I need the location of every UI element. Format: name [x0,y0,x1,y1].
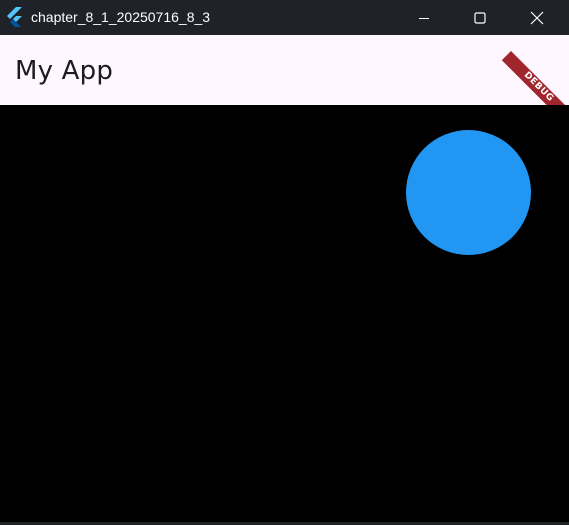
close-icon [530,11,544,25]
minimize-icon [418,12,430,24]
window-title: chapter_8_1_20250716_8_3 [31,9,211,25]
minimize-button[interactable] [401,0,447,35]
canvas-area [0,105,569,522]
flutter-logo-icon [5,7,23,28]
app-bar-title: My App [15,56,114,86]
maximize-icon [474,11,486,24]
close-button[interactable] [514,0,560,35]
app-window: chapter_8_1_20250716_8_3 My App DEBUG [0,0,569,525]
maximize-button[interactable] [457,0,503,35]
blue-circle [406,130,531,255]
app-bar: My App [0,35,569,105]
title-bar[interactable]: chapter_8_1_20250716_8_3 [0,0,569,35]
